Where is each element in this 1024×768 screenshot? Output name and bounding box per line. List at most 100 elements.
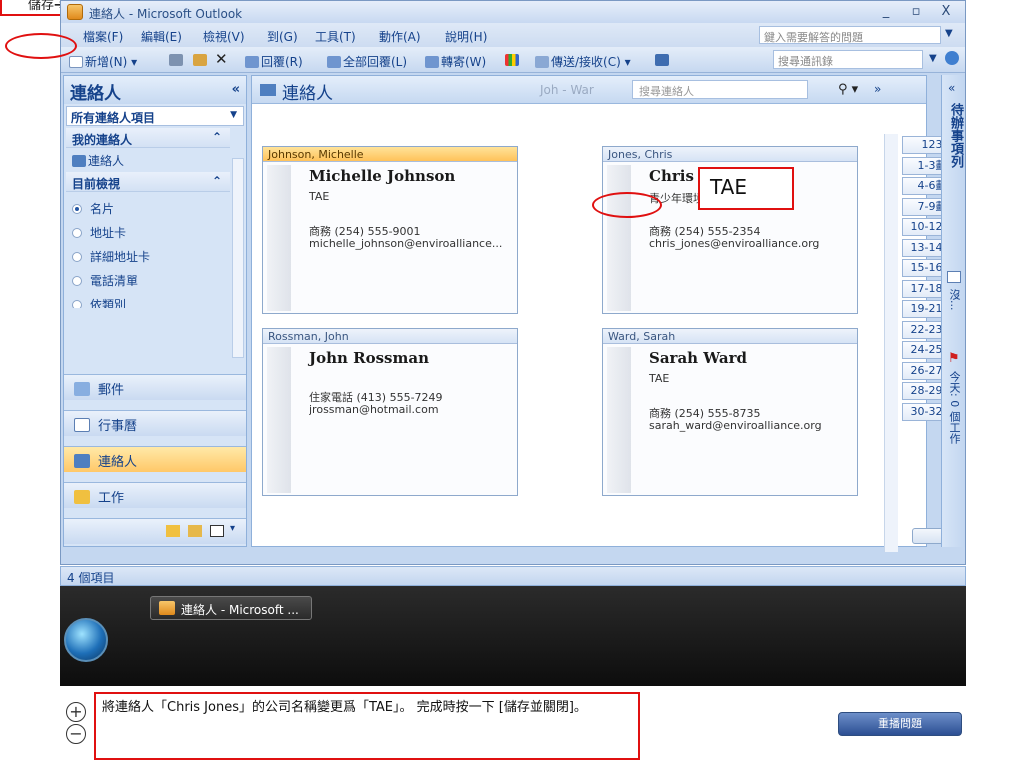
maximize-button[interactable]: ▫: [903, 3, 929, 21]
card-email: sarah_ward@enviroalliance.org: [649, 419, 822, 432]
folder-list-icon[interactable]: [188, 525, 202, 537]
zoom-in-button[interactable]: +: [66, 702, 86, 722]
contact-card-john-rossman[interactable]: Rossman, John John Rossman 住家電話 (413) 55…: [262, 328, 518, 496]
view-detailed-address-cards[interactable]: 詳細地址卡: [72, 248, 150, 265]
content-title: 連絡人: [282, 84, 333, 104]
search-contacts-input[interactable]: 搜尋連絡人: [632, 80, 808, 99]
delete-icon[interactable]: ✕: [215, 50, 228, 68]
search-icon[interactable]: ⚲ ▾: [838, 82, 858, 97]
tasks-check-icon: [74, 490, 90, 504]
radio-icon: [72, 228, 82, 238]
print-button[interactable]: [169, 53, 185, 67]
menu-file[interactable]: 檔案(F): [83, 28, 123, 45]
file-menu-annotation-circle: [5, 33, 77, 59]
new-item-icon: [69, 56, 83, 68]
flag-icon: ⚑: [948, 351, 960, 366]
contact-range: Joh - War: [540, 83, 594, 97]
categorize-button[interactable]: [505, 53, 521, 67]
menu-view[interactable]: 檢視(V): [203, 28, 245, 45]
nav-calendar-button[interactable]: 行事曆: [64, 410, 246, 436]
address-book-button[interactable]: [655, 53, 671, 67]
reply-button[interactable]: 回覆(R): [245, 53, 303, 70]
radio-selected-icon: [72, 204, 82, 214]
categorize-icon: [505, 54, 519, 66]
menu-help[interactable]: 說明(H): [445, 28, 487, 45]
shortcuts-icon[interactable]: [210, 525, 224, 537]
card-name: Michelle Johnson: [309, 167, 456, 185]
outlook-app-icon: [159, 601, 175, 615]
replay-question-button[interactable]: 重播問題: [838, 712, 962, 736]
taskbar-outlook-item[interactable]: 連絡人 - Microsoft ...: [150, 596, 312, 620]
current-view-section[interactable]: 目前檢視 ⌃: [66, 172, 230, 192]
send-receive-icon: [535, 56, 549, 68]
nav-title: 連絡人 «: [64, 76, 246, 104]
my-contacts-section[interactable]: 我的連絡人 ⌃: [66, 128, 230, 148]
collapse-chevron-icon[interactable]: «: [232, 82, 240, 97]
collapse-up-icon[interactable]: ⌃: [212, 130, 222, 144]
start-orb-icon[interactable]: [64, 618, 108, 662]
minimize-button[interactable]: _: [873, 3, 899, 21]
address-book-search[interactable]: 搜尋通訊錄: [773, 50, 923, 69]
card-header: Ward, Sarah: [603, 329, 857, 344]
forward-icon: [425, 56, 439, 68]
forward-button[interactable]: 轉寄(W): [425, 53, 486, 70]
title-bar: 連絡人 - Microsoft Outlook _ ▫ X: [61, 1, 965, 23]
all-contact-items-dropdown[interactable]: 所有連絡人項目 ▼: [66, 106, 244, 126]
menu-edit[interactable]: 編輯(E): [141, 28, 182, 45]
view-address-cards[interactable]: 地址卡: [72, 224, 126, 241]
content-header: 連絡人 Joh - War 搜尋連絡人 ⚲ ▾ »: [252, 76, 926, 104]
nav-scrollbar[interactable]: [232, 158, 244, 358]
configure-buttons-icon[interactable]: ▾: [230, 523, 235, 534]
taskbar: 連絡人 - Microsoft ...: [60, 586, 966, 686]
todo-calendar-text: 沒...: [948, 289, 961, 311]
nav-contacts-folder[interactable]: 連絡人: [72, 152, 124, 169]
menu-tools[interactable]: 工具(T): [315, 28, 356, 45]
outlook-app-icon: [67, 4, 83, 20]
todo-title[interactable]: 待辦事項列: [946, 103, 965, 168]
contact-card-michelle-johnson[interactable]: Johnson, Michelle Michelle Johnson TAE 商…: [262, 146, 518, 314]
calendar-icon: [947, 271, 961, 283]
view-business-cards[interactable]: 名片: [72, 200, 114, 217]
task-instruction: 將連絡人「Chris Jones」的公司名稱變更爲「TAE」。 完成時按一下 […: [94, 692, 640, 760]
notes-icon[interactable]: [166, 525, 180, 537]
new-button[interactable]: 新增(N) ▾: [69, 53, 137, 70]
help-icon[interactable]: [945, 51, 959, 65]
move-button[interactable]: [193, 53, 209, 67]
nav-tasks-button[interactable]: 工作: [64, 482, 246, 508]
cards-scrollbar[interactable]: [884, 134, 898, 552]
card-email: chris_jones@enviroalliance.org: [649, 237, 820, 250]
card-company: TAE: [649, 372, 670, 385]
radio-icon: [72, 276, 82, 286]
collapse-up-icon[interactable]: ⌃: [212, 174, 222, 188]
contact-card-sarah-ward[interactable]: Ward, Sarah Sarah Ward TAE 商務 (254) 555-…: [602, 328, 858, 496]
zoom-out-button[interactable]: −: [66, 724, 86, 744]
send-receive-button[interactable]: 傳送/接收(C) ▾: [535, 53, 631, 70]
address-book-icon: [655, 54, 669, 66]
card-header: Rossman, John: [263, 329, 517, 344]
reply-all-button[interactable]: 全部回覆(L): [327, 53, 407, 70]
todo-tasks-text: 今天: 0 個工作: [948, 371, 961, 444]
printer-icon: [169, 54, 183, 66]
menu-actions[interactable]: 動作(A): [379, 28, 421, 45]
reply-icon: [245, 56, 259, 68]
search-dropdown-icon[interactable]: ▼: [929, 53, 937, 64]
card-email: jrossman@hotmail.com: [309, 403, 439, 416]
card-header: Jones, Chris: [603, 147, 857, 162]
reply-all-icon: [327, 56, 341, 68]
close-button[interactable]: X: [933, 3, 959, 21]
help-dropdown-icon[interactable]: ▼: [945, 28, 953, 39]
expand-todo-chevron-icon[interactable]: «: [948, 81, 955, 95]
radio-icon: [72, 252, 82, 262]
nav-mail-button[interactable]: 郵件: [64, 374, 246, 400]
mail-icon: [74, 382, 90, 396]
status-bar: 4 個項目: [60, 566, 966, 586]
view-by-category[interactable]: 依類別: [72, 296, 126, 308]
nav-contacts-button[interactable]: 連絡人: [64, 446, 246, 472]
view-phone-list[interactable]: 電話清單: [72, 272, 138, 289]
radio-icon: [72, 300, 82, 308]
card-name: John Rossman: [309, 349, 429, 367]
help-question-input[interactable]: 鍵入需要解答的問題: [759, 26, 941, 44]
move-folder-icon: [193, 54, 207, 66]
menu-go[interactable]: 到(G): [267, 28, 298, 45]
expand-search-icon[interactable]: »: [874, 82, 881, 96]
